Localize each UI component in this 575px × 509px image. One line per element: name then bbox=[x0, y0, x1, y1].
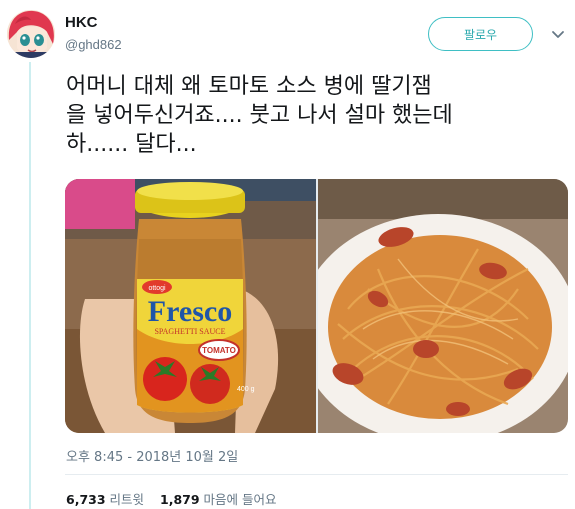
tweet-stats: 6,733 리트윗 1,879 마음에 들어요 bbox=[66, 489, 277, 508]
tweet-timestamp[interactable]: 오후 8:45 - 2018년 10월 2일 bbox=[66, 446, 238, 465]
like-label[interactable]: 마음에 들어요 bbox=[204, 492, 277, 507]
maker-logo: ottogi bbox=[148, 285, 166, 292]
thread-line bbox=[29, 62, 31, 509]
photo-sauce-jar[interactable]: ottogi Fresco SPAGHETTI SAUCE TOMATO 400… bbox=[65, 179, 316, 433]
tomato-badge: TOMATO bbox=[202, 346, 236, 355]
brand-label: Fresco bbox=[148, 295, 232, 328]
display-name[interactable]: HKC bbox=[65, 14, 98, 31]
retweet-count[interactable]: 6,733 bbox=[66, 492, 106, 507]
tweet-text-line: 을 넣어두신거죠.... 붓고 나서 설마 했는데 bbox=[66, 103, 453, 128]
divider bbox=[65, 474, 568, 475]
avatar-image bbox=[7, 10, 55, 58]
avatar[interactable] bbox=[7, 10, 55, 58]
tweet-text: 어머니 대체 왜 토마토 소스 병에 딸기잼 을 넣어두신거죠.... 붓고 나… bbox=[66, 72, 566, 159]
chevron-down-icon[interactable] bbox=[551, 28, 565, 42]
tweet-text-line: 하...... 달다... bbox=[66, 132, 197, 157]
tweet-media: ottogi Fresco SPAGHETTI SAUCE TOMATO 400… bbox=[65, 179, 568, 433]
photo-spaghetti[interactable] bbox=[318, 179, 568, 433]
tweet-text-line: 어머니 대체 왜 토마토 소스 병에 딸기잼 bbox=[66, 74, 432, 99]
retweet-label[interactable]: 리트윗 bbox=[110, 492, 145, 507]
weight-label: 400 g bbox=[237, 386, 255, 393]
follow-button[interactable]: 팔로우 bbox=[428, 17, 533, 51]
subtitle-label: SPAGHETTI SAUCE bbox=[154, 327, 225, 336]
user-handle[interactable]: @ghd862 bbox=[65, 37, 122, 52]
like-count[interactable]: 1,879 bbox=[160, 492, 200, 507]
